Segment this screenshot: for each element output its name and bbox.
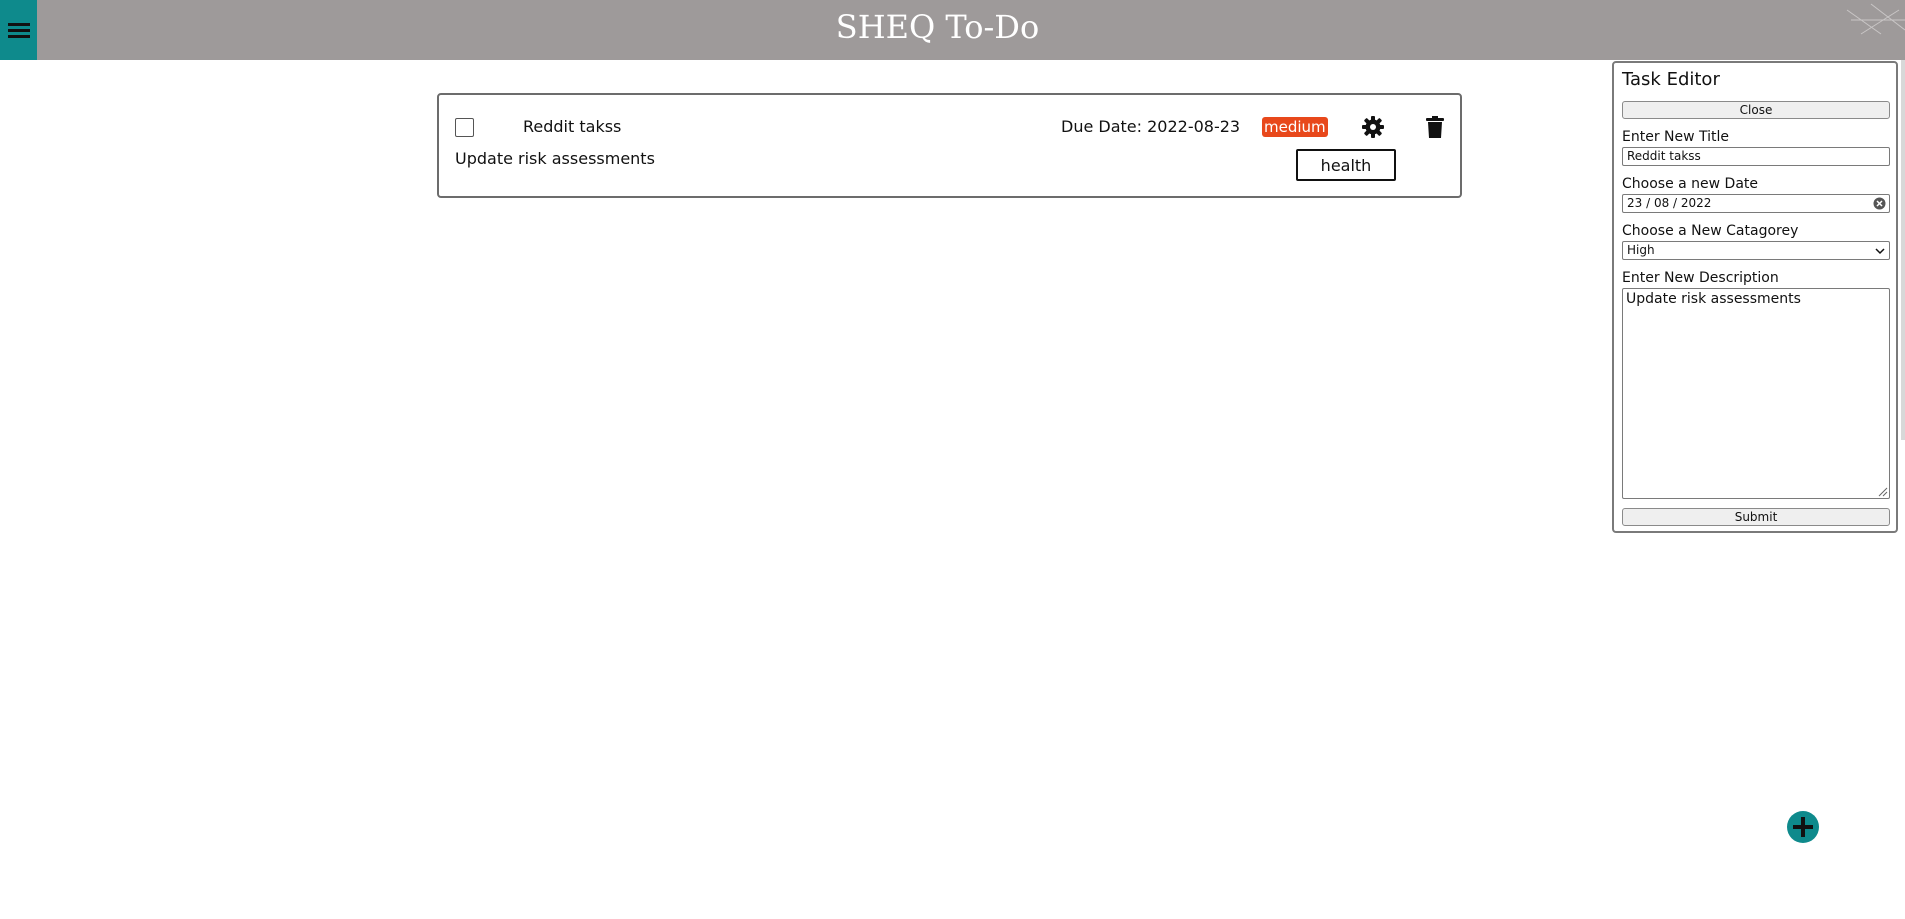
category-select[interactable]: High <box>1622 241 1890 260</box>
delete-task-button[interactable] <box>1425 115 1445 139</box>
task-editor-panel: Task Editor Close Enter New Title Reddit… <box>1612 61 1898 533</box>
top-bar: SHEQ To-Do <box>0 0 1905 60</box>
clear-date-icon[interactable] <box>1873 197 1886 210</box>
date-input[interactable]: 23 / 08 / 2022 <box>1622 194 1890 213</box>
category-field-label: Choose a New Catagorey <box>1622 223 1799 239</box>
due-date-value: 2022-08-23 <box>1147 117 1241 136</box>
gear-icon <box>1362 116 1384 138</box>
chevron-down-icon <box>1875 248 1885 255</box>
title-field-label: Enter New Title <box>1622 129 1730 145</box>
task-description: Update risk assessments <box>455 149 655 168</box>
category-tag: health <box>1296 149 1396 181</box>
date-field-label: Choose a new Date <box>1622 176 1759 192</box>
task-title: Reddit takss <box>523 117 622 136</box>
plus-icon <box>1793 817 1813 837</box>
description-textarea[interactable]: Update risk assessments <box>1622 288 1890 499</box>
close-editor-button[interactable]: Close <box>1622 101 1890 119</box>
corner-decoration <box>1846 3 1905 35</box>
trash-icon <box>1426 116 1444 138</box>
scrollbar[interactable] <box>1901 60 1905 440</box>
date-input-value: 23 / 08 / 2022 <box>1627 196 1712 210</box>
app-title: SHEQ To-Do <box>835 8 1040 46</box>
title-input[interactable]: Reddit takss <box>1622 147 1890 166</box>
description-textarea-value: Update risk assessments <box>1626 291 1801 307</box>
editor-heading: Task Editor <box>1622 69 1720 90</box>
priority-badge: medium <box>1262 117 1328 137</box>
resize-grip-icon[interactable] <box>1877 486 1888 497</box>
due-date-label: Due Date: <box>1061 117 1143 136</box>
due-date: Due Date: 2022-08-23 <box>1061 117 1240 136</box>
edit-task-button[interactable] <box>1361 115 1385 139</box>
category-select-value: High <box>1627 243 1655 257</box>
submit-button[interactable]: Submit <box>1622 508 1890 526</box>
task-card: Reddit takss Update risk assessments Due… <box>437 93 1462 198</box>
description-field-label: Enter New Description <box>1622 270 1779 286</box>
add-task-button[interactable] <box>1787 811 1819 843</box>
task-complete-checkbox[interactable] <box>455 118 474 137</box>
